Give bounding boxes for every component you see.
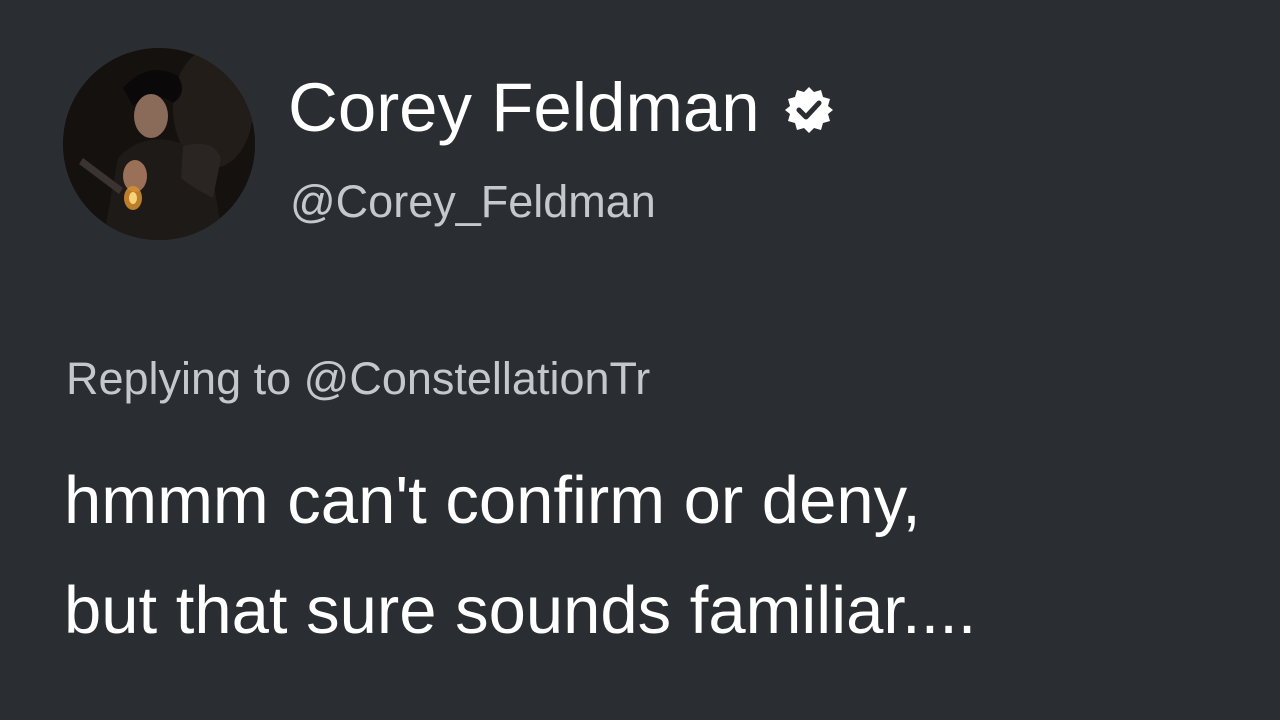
display-name[interactable]: Corey Feldman [288,68,760,148]
tweet-text: hmmm can't confirm or deny, but that sur… [64,446,1244,666]
profile-photo [63,48,255,240]
reply-to-handle-link[interactable]: @ConstellationTr [304,353,651,404]
reply-prefix: Replying to [66,353,292,404]
verified-badge-icon [784,85,834,135]
tweet-text-line: hmmm can't confirm or deny, [64,463,921,538]
author-name-row: Corey Feldman [288,68,834,148]
author-handle[interactable]: @Corey_Feldman [290,176,656,228]
avatar[interactable] [63,48,255,240]
reply-context: Replying to @ConstellationTr [66,352,650,406]
tweet-card: Corey Feldman @Corey_Feldman Replying to… [0,0,1280,720]
tweet-text-line: but that sure sounds familiar.... [64,573,977,648]
